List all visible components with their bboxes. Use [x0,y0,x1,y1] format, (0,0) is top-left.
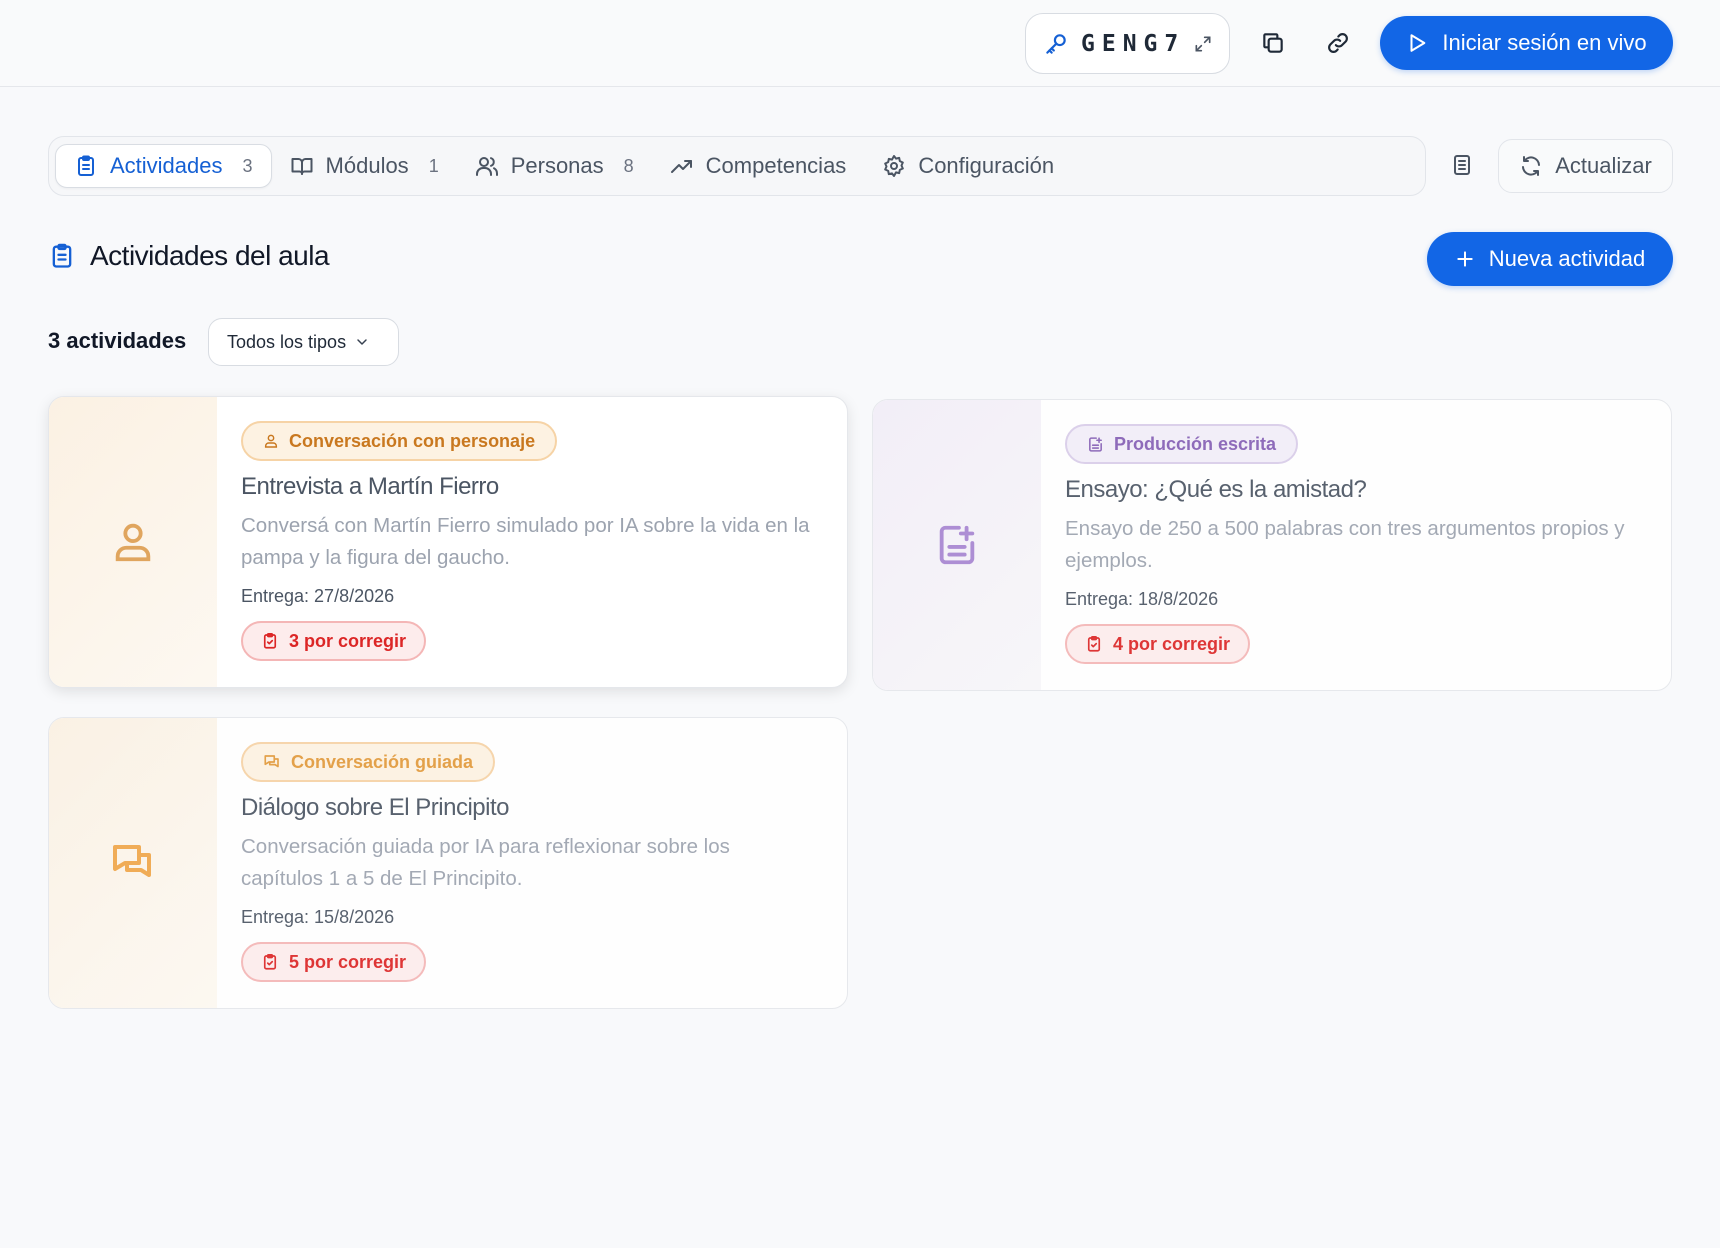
pending-corrections-label: 3 por corregir [289,630,407,651]
plus-icon [1455,249,1475,269]
book-icon [290,154,314,178]
type-filter-select[interactable]: Todos los tipos [208,318,399,366]
top-bar: GENG7 Iniciar sesión en vivo [0,0,1720,87]
refresh-label: Actualizar [1555,153,1652,178]
trending-up-icon [670,154,694,178]
tab-actividades[interactable]: Actividades 3 [55,144,272,188]
activity-description: Conversación guiada por IA para reflexio… [241,835,730,890]
activity-card[interactable]: Conversación con personaje Entrevista a … [48,396,848,688]
tab-count: 8 [623,155,634,176]
tab-competencias[interactable]: Competencias [652,144,865,188]
clipboard-icon [48,242,76,270]
user-icon [263,433,279,449]
activity-title: Entrevista a Martín Fierro [241,473,499,500]
tab-label: Módulos [325,153,409,178]
section-header: Actividades del aula [48,240,330,272]
tab-label: Actividades [110,153,223,178]
tab-personas[interactable]: Personas 8 [457,144,652,188]
refresh-button[interactable]: Actualizar [1498,139,1673,193]
copy-icon [1260,30,1286,56]
start-live-session-label: Iniciar sesión en vivo [1442,30,1647,55]
chat-bubbles-icon [109,839,157,887]
expand-icon[interactable] [1193,34,1213,54]
activity-type-label: Conversación con personaje [289,430,536,451]
card-thumbnail [873,400,1041,690]
class-code: GENG7 [1081,30,1186,57]
pending-corrections-badge[interactable]: 3 por corregir [241,621,427,661]
document-button[interactable] [1440,143,1484,187]
start-live-session-button[interactable]: Iniciar sesión en vivo [1380,16,1673,70]
copy-button[interactable] [1251,21,1295,65]
refresh-icon [1519,154,1543,178]
tab-label: Personas [510,153,604,178]
link-button[interactable] [1316,21,1360,65]
pending-corrections-badge[interactable]: 4 por corregir [1065,624,1251,664]
activity-title: Diálogo sobre El Principito [241,794,509,821]
activity-description: Ensayo de 250 a 500 palabras con tres ar… [1065,517,1625,572]
tab-count: 1 [428,155,439,176]
class-code-box[interactable]: GENG7 [1025,13,1230,74]
pending-corrections-badge[interactable]: 5 por corregir [241,942,427,982]
tab-configuracion[interactable]: Configuración [864,144,1072,188]
card-thumbnail [49,718,217,1008]
activity-type-badge: Producción escrita [1065,424,1299,464]
card-thumbnail [49,397,217,687]
file-edit-icon [934,522,980,568]
tab-bar: Actividades 3 Módulos 1 Personas 8 Compe… [48,136,1426,196]
chevron-down-icon [354,334,370,350]
activity-type-label: Producción escrita [1114,433,1277,454]
activity-due-date: Entrega: 15/8/2026 [241,907,395,927]
tab-label: Configuración [918,153,1055,178]
activity-count: 3 actividades [48,328,187,353]
activity-title: Ensayo: ¿Qué es la amistad? [1065,476,1367,503]
play-icon [1406,32,1428,54]
gear-icon [882,154,906,178]
new-activity-button[interactable]: Nueva actividad [1427,232,1673,286]
activity-type-badge: Conversación guiada [241,742,496,782]
activity-description: Conversá con Martín Fierro simulado por … [241,514,810,569]
activity-due-date: Entrega: 27/8/2026 [241,586,395,606]
document-icon [1450,153,1474,177]
file-edit-icon [1087,436,1104,453]
activity-card[interactable]: Conversación guiada Diálogo sobre El Pri… [48,717,848,1009]
users-icon [475,154,499,178]
chat-bubbles-icon [263,753,281,771]
key-icon [1043,31,1069,57]
pending-corrections-label: 4 por corregir [1113,633,1231,654]
user-icon [110,519,156,565]
page-title: Actividades del aula [90,240,330,271]
activity-card[interactable]: Producción escrita Ensayo: ¿Qué es la am… [872,399,1672,691]
clipboard-check-icon [261,632,279,650]
new-activity-label: Nueva actividad [1488,246,1646,271]
activity-type-badge: Conversación con personaje [241,421,558,461]
type-filter-value: Todos los tipos [227,331,347,352]
tab-label: Competencias [705,153,847,178]
clipboard-icon [74,154,98,178]
tab-modulos[interactable]: Módulos 1 [272,144,457,188]
tab-count: 3 [242,155,253,176]
pending-corrections-label: 5 por corregir [289,951,407,972]
clipboard-check-icon [261,953,279,971]
link-icon [1325,30,1351,56]
activity-due-date: Entrega: 18/8/2026 [1065,589,1219,609]
activity-type-label: Conversación guiada [291,751,474,772]
clipboard-check-icon [1085,635,1103,653]
